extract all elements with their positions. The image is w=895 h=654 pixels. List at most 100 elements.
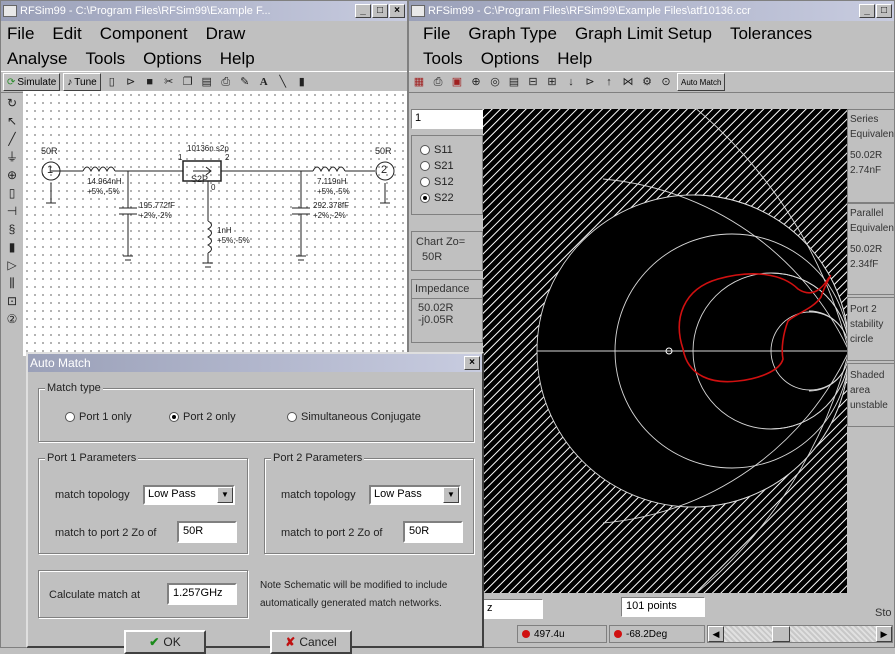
l-gnd-tolerance: +5%,-5% [217, 236, 250, 245]
minimize-button[interactable]: _ [355, 4, 371, 18]
print-icon[interactable]: ⎙ [430, 74, 446, 90]
two-port-icon[interactable]: ② [4, 311, 20, 327]
menu-component[interactable]: Component [100, 24, 188, 44]
menu-tolerances[interactable]: Tolerances [730, 24, 812, 44]
points-field[interactable]: 101 points [621, 597, 705, 617]
dialog-titlebar[interactable]: Auto Match × [28, 354, 482, 372]
maximize-button[interactable]: □ [876, 4, 892, 18]
pointer-icon[interactable]: ↖ [4, 113, 20, 129]
simulate-button[interactable]: ⟳ Simulate [3, 73, 61, 91]
rotate-icon[interactable]: ↻ [4, 95, 20, 111]
arrow-down-icon[interactable]: ↓ [563, 74, 579, 90]
menu-options[interactable]: Options [143, 49, 202, 69]
diode-icon[interactable]: ▷ [4, 257, 20, 273]
radio-port2-only[interactable]: Port 2 only [169, 411, 236, 423]
auto-match-button[interactable]: Auto Match [677, 73, 726, 91]
maximize-button[interactable]: □ [372, 4, 388, 18]
smith-icon[interactable]: ⊕ [468, 74, 484, 90]
radio-s12[interactable]: S12 [420, 176, 454, 188]
save-icon[interactable]: ■ [142, 74, 158, 90]
calc-match-input[interactable]: 1.257GHz [167, 583, 237, 605]
table-icon[interactable]: ▤ [506, 74, 522, 90]
right-window-titlebar[interactable]: RFSim99 - C:\Program Files\RFSim99\Examp… [409, 1, 894, 21]
text-icon[interactable]: A [256, 74, 272, 90]
cancel-button[interactable]: ✘ Cancel [270, 630, 352, 654]
arrow-up-icon[interactable]: ↑ [601, 74, 617, 90]
menu-graph-limit-setup[interactable]: Graph Limit Setup [575, 24, 712, 44]
new-file-icon[interactable]: ▯ [104, 74, 120, 90]
capacitor-icon[interactable]: ⊣ [4, 203, 20, 219]
scale-icon[interactable]: ⋈ [620, 74, 636, 90]
wire-icon[interactable]: ╱ [4, 131, 20, 147]
cancel-label: Cancel [299, 635, 337, 649]
phase-value: -68.2Deg [626, 628, 668, 640]
copy-icon[interactable]: ❐ [180, 74, 196, 90]
log-plot-icon[interactable]: ⊞ [544, 74, 560, 90]
radio-simultaneous-conjugate[interactable]: Simultaneous Conjugate [287, 411, 421, 423]
scroll-left-arrow[interactable]: ◀ [708, 626, 724, 642]
port1-zo-input[interactable]: 50R [177, 521, 237, 543]
doc-icon[interactable]: ▮ [294, 74, 310, 90]
s2p-pin2: 2 [225, 153, 230, 162]
minimize-button[interactable]: _ [859, 4, 875, 18]
transformer-icon[interactable]: ⫼ [4, 275, 20, 291]
cut-icon[interactable]: ✂ [161, 74, 177, 90]
radio-port1-only[interactable]: Port 1 only [65, 411, 132, 423]
ground-icon[interactable]: ⏚ [4, 149, 20, 165]
port2-topology-select[interactable]: Low Pass ▼ [369, 485, 461, 505]
menu-analyse[interactable]: Analyse [7, 49, 67, 69]
chevron-down-icon: ▼ [217, 487, 233, 503]
menu-tools[interactable]: Tools [423, 49, 463, 69]
resistor-icon[interactable]: ▯ [4, 185, 20, 201]
settings-icon[interactable]: ⚙ [639, 74, 655, 90]
menu-file[interactable]: File [7, 24, 34, 44]
menu-options[interactable]: Options [481, 49, 540, 69]
block-icon[interactable]: ⊡ [4, 293, 20, 309]
menu-help[interactable]: Help [557, 49, 592, 69]
menu-help[interactable]: Help [220, 49, 255, 69]
scroll-thumb[interactable] [772, 626, 790, 642]
paste-icon[interactable]: ▤ [199, 74, 215, 90]
radio-s11[interactable]: S11 [420, 144, 453, 156]
port1-topology-select[interactable]: Low Pass ▼ [143, 485, 235, 505]
chart-zo-value: 50R [422, 251, 443, 263]
port-icon[interactable]: ⊕ [4, 167, 20, 183]
left-window-titlebar[interactable]: RFSim99 - C:\Program Files\RFSim99\Examp… [1, 1, 407, 21]
close-button[interactable]: × [389, 4, 405, 18]
scroll-right-arrow[interactable]: ▶ [876, 626, 892, 642]
tune-button[interactable]: ♪ Tune [63, 73, 101, 91]
ok-button[interactable]: ✔ OK [124, 630, 206, 654]
menu-draw[interactable]: Draw [206, 24, 246, 44]
zoom-icon[interactable]: ⊙ [658, 74, 674, 90]
smith-chart[interactable] [483, 109, 847, 593]
s2p-label: S2P [191, 174, 209, 184]
marker-icon[interactable]: ⊳ [582, 74, 598, 90]
port2-zo-input[interactable]: 50R [403, 521, 463, 543]
dialog-close-button[interactable]: × [464, 356, 480, 370]
print-icon[interactable]: ⎙ [218, 74, 234, 90]
port1-zo-label: match to port 2 Zo of [55, 527, 157, 539]
freq-field[interactable]: z [483, 599, 543, 619]
schematic-canvas[interactable]: 1 50R 2 50R 14.964nH +5%,-5% 195.772fF +… [23, 91, 407, 356]
component-palette: ↻ ↖ ╱ ⏚ ⊕ ▯ ⊣ § ▮ ▷ ⫼ ⊡ ② [1, 91, 23, 327]
graph-icon[interactable]: ▣ [449, 74, 465, 90]
line-icon[interactable]: ╲ [275, 74, 291, 90]
chart-icon[interactable]: ▦ [411, 74, 427, 90]
polar-icon[interactable]: ◎ [487, 74, 503, 90]
marker-phase: -68.2Deg [609, 625, 705, 643]
transmission-line-icon[interactable]: ▮ [4, 239, 20, 255]
menu-tools[interactable]: Tools [85, 49, 125, 69]
smith-chart-svg [483, 109, 847, 593]
param-input[interactable]: 1 [411, 109, 483, 129]
checkmark-icon: ✔ [149, 635, 160, 649]
menu-graph-type[interactable]: Graph Type [468, 24, 557, 44]
menu-file[interactable]: File [423, 24, 450, 44]
open-file-icon[interactable]: ⊳ [123, 74, 139, 90]
frequency-scrollbar[interactable]: ◀ ▶ [707, 625, 893, 643]
radio-s22[interactable]: S22 [420, 192, 454, 204]
rect-plot-icon[interactable]: ⊟ [525, 74, 541, 90]
pencil-icon[interactable]: ✎ [237, 74, 253, 90]
radio-s21[interactable]: S21 [420, 160, 454, 172]
menu-edit[interactable]: Edit [52, 24, 81, 44]
inductor-icon[interactable]: § [4, 221, 20, 237]
